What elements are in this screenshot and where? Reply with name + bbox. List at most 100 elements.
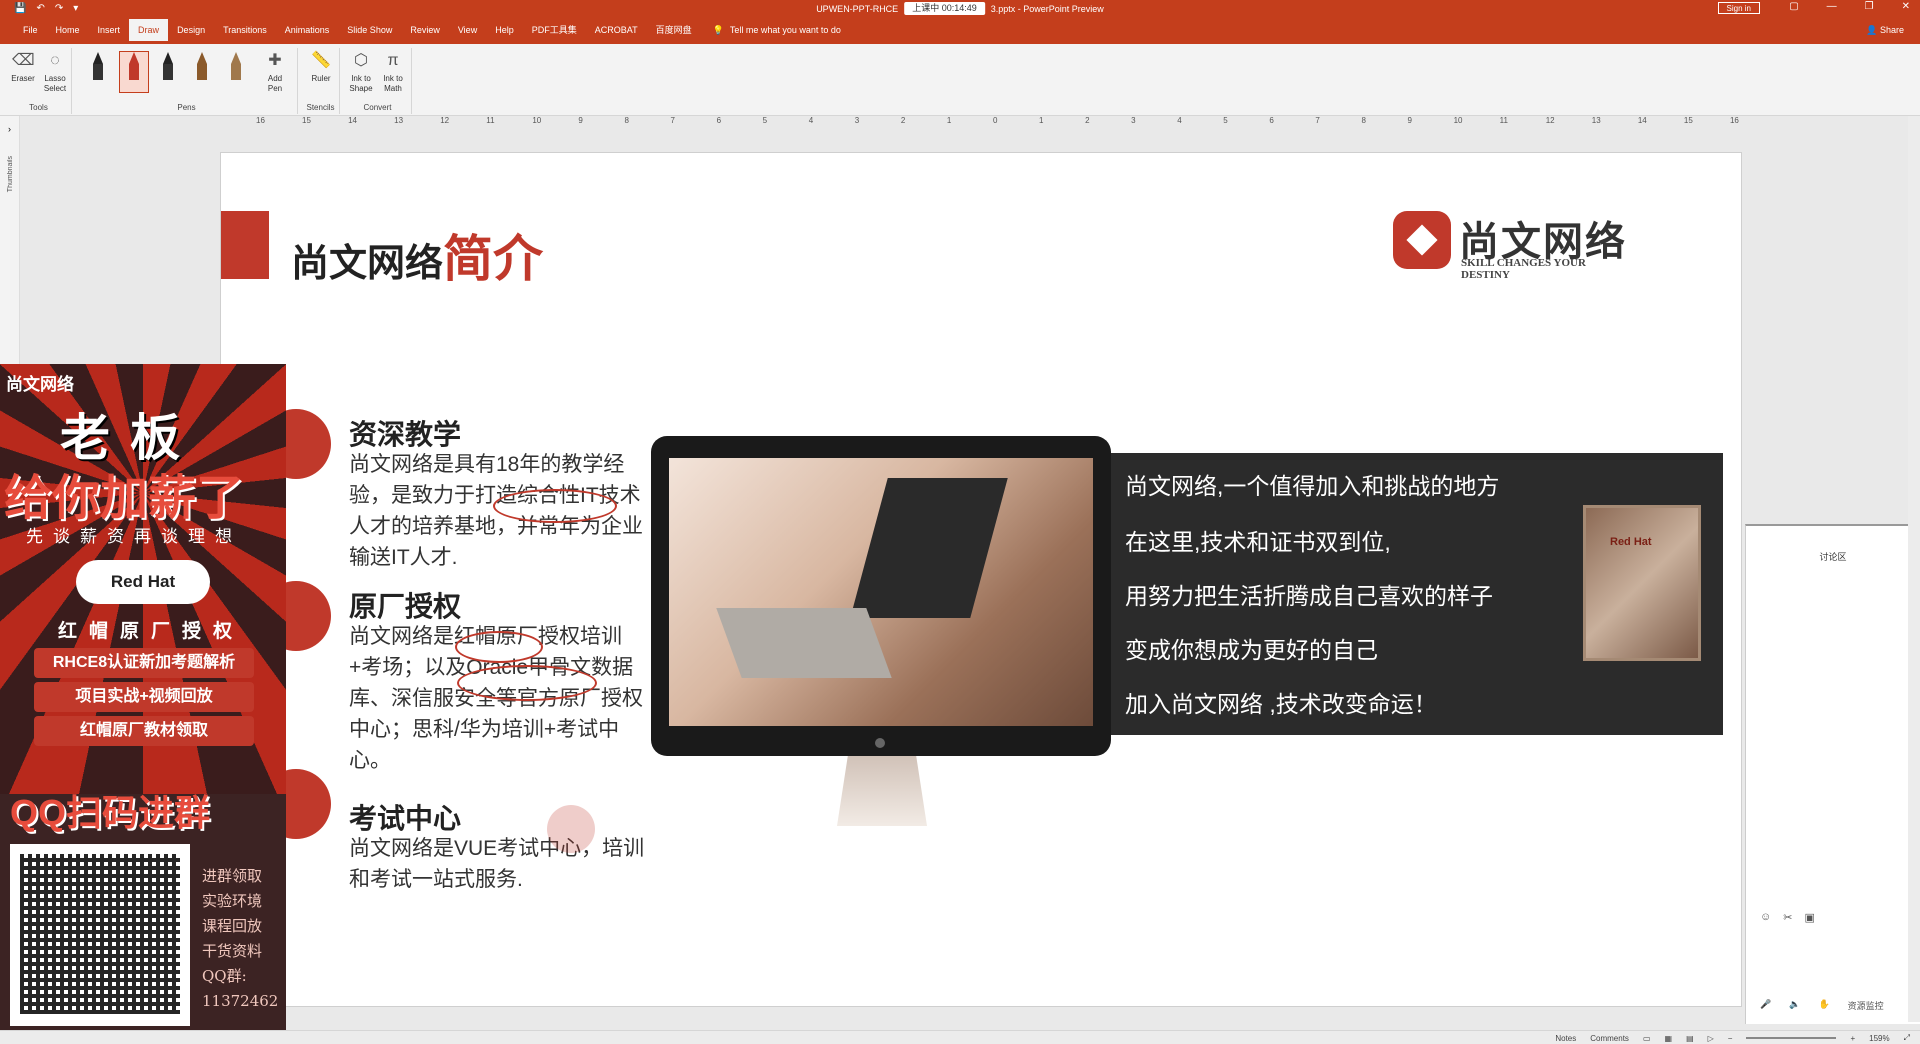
ink-circle-3 xyxy=(457,665,597,701)
ruler-tick: 15 xyxy=(302,116,311,125)
pen-black[interactable] xyxy=(90,52,106,82)
promo-bullets: RHCE8认证新加考题解析 项目实战+视频回放 红帽原厂教材领取 xyxy=(34,648,254,750)
expand-chevron-icon[interactable]: › xyxy=(8,124,11,134)
ruler-tick: 9 xyxy=(1407,116,1412,125)
zoom-out-icon[interactable]: − xyxy=(1728,1034,1733,1043)
tab-review[interactable]: Review xyxy=(401,19,449,41)
sign-in-button[interactable]: Sign in xyxy=(1717,2,1760,14)
undo-icon[interactable]: ↶ xyxy=(36,3,44,14)
tab-baidu-netdisk[interactable]: 百度网盘 xyxy=(647,19,701,41)
ruler-tick: 10 xyxy=(532,116,542,125)
scissors-icon[interactable]: ✂ xyxy=(1783,911,1792,924)
image-icon[interactable]: ▣ xyxy=(1804,911,1814,924)
minimize-icon[interactable]: — xyxy=(1827,1,1837,12)
document-title: UPWEN-PPT-RHCE 上课中 00:14:49 3.pptx - Pow… xyxy=(816,2,1104,15)
tab-draw[interactable]: Draw xyxy=(129,19,169,41)
qq-banner: QQ扫码进群 xyxy=(10,792,211,833)
fit-slide-icon[interactable]: ⤢ xyxy=(1904,1033,1910,1043)
zoom-in-icon[interactable]: + xyxy=(1850,1034,1855,1043)
lasso-select-button[interactable]: ◌ Lasso Select xyxy=(40,50,70,94)
tab-pdf-tools[interactable]: PDF工具集 xyxy=(523,19,586,41)
zoom-level[interactable]: 159% xyxy=(1869,1034,1889,1043)
discussion-pane[interactable]: 讨论区 ☺ ✂ ▣ 🎤 🔈 ✋ 资源监控 xyxy=(1745,524,1920,1024)
tab-home[interactable]: Home xyxy=(47,19,89,41)
ribbon-display-icon[interactable]: ▢ xyxy=(1789,1,1798,12)
promo-overlay[interactable]: 尚文网络 老板 给你加薪了 先谈薪资再谈理想 Red Hat 红帽原厂授权 RH… xyxy=(0,364,286,1044)
ruler-tick: 7 xyxy=(1315,116,1320,125)
section-body-exam: 尚文网络是VUE考试中心，培训和考试一站式服务. xyxy=(349,837,645,891)
side-note: 11372462 xyxy=(202,992,279,1010)
ink-to-shape-label: Ink to Shape xyxy=(349,74,373,93)
normal-view-icon[interactable]: ▭ xyxy=(1643,1034,1651,1043)
promo-auth: 红帽原厂授权 xyxy=(58,621,245,642)
tab-insert[interactable]: Insert xyxy=(89,19,130,41)
zoom-slider[interactable] xyxy=(1746,1037,1837,1039)
tools-group: ⌫ Eraser ◌ Lasso Select Tools xyxy=(6,48,72,114)
convert-group: ⬡ Ink to Shape π Ink to Math Convert xyxy=(344,48,412,114)
notes-button[interactable]: Notes xyxy=(1555,1034,1576,1043)
title-bar: 💾 ↶ ↷ ▾ UPWEN-PPT-RHCE 上课中 00:14:49 3.pp… xyxy=(0,0,1920,16)
tab-view[interactable]: View xyxy=(449,19,486,41)
tab-acrobat[interactable]: ACROBAT xyxy=(586,19,647,41)
promo-side-notes: 进群领取 实验环境 课程回放 干货资料 QQ群: 11372462 xyxy=(202,864,282,1014)
comments-button[interactable]: Comments xyxy=(1590,1034,1629,1043)
monitor-image xyxy=(651,436,1111,756)
ruler-tick: 3 xyxy=(854,116,860,125)
mic-icon[interactable]: 🎤 xyxy=(1760,999,1771,1012)
slide-sorter-icon[interactable]: ▦ xyxy=(1665,1034,1673,1043)
ink-to-math-button[interactable]: π Ink to Math xyxy=(378,50,408,94)
slideshow-icon[interactable]: ▷ xyxy=(1708,1034,1714,1043)
ruler-tick: 4 xyxy=(808,116,814,125)
side-note: QQ群: xyxy=(202,967,247,985)
hand-icon[interactable]: ✋ xyxy=(1818,999,1829,1012)
slogan-line-5: 加入尚文网络 ,技术改变命运！ xyxy=(1125,691,1437,717)
ruler-tick: 6 xyxy=(716,116,722,125)
title-highlight: 简介 xyxy=(443,231,544,287)
tab-transitions[interactable]: Transitions xyxy=(214,19,276,41)
thumbnails-pane-collapsed[interactable]: › Thumbnails xyxy=(0,116,20,366)
tab-help[interactable]: Help xyxy=(486,19,523,41)
redo-icon[interactable]: ↷ xyxy=(55,3,63,14)
speaker-icon[interactable]: 🔈 xyxy=(1789,999,1800,1012)
resource-monitor-link[interactable]: 资源监控 xyxy=(1848,999,1884,1012)
vertical-scrollbar[interactable] xyxy=(1908,116,1920,1022)
ruler-button[interactable]: 📏 Ruler xyxy=(306,50,336,84)
save-icon[interactable]: 💾 xyxy=(14,3,26,14)
highlighter-tan[interactable] xyxy=(228,52,244,82)
eraser-button[interactable]: ⌫ Eraser xyxy=(8,50,38,84)
close-icon[interactable]: ✕ xyxy=(1902,1,1910,12)
horizontal-ruler: 16 15 14 13 12 11 10 9 8 7 6 5 4 3 2 1 0 1 2 3 4 5 6 7 8 9 10 11 12 1… xyxy=(220,116,1740,130)
restore-icon[interactable]: ❐ xyxy=(1865,1,1874,12)
tools-group-label: Tools xyxy=(29,103,48,112)
tab-design[interactable]: Design xyxy=(168,19,214,41)
title-left: UPWEN-PPT-RHCE xyxy=(816,3,899,14)
ruler-tick: 8 xyxy=(1361,116,1366,125)
tab-slide-show[interactable]: Slide Show xyxy=(338,19,401,41)
tab-animations[interactable]: Animations xyxy=(276,19,339,41)
section-title-exam: 考试中心 xyxy=(349,803,462,834)
company-logo: 尚文网络 SKILL CHANGES YOUR DESTINY xyxy=(1393,207,1633,281)
ruler-tick: 3 xyxy=(1131,116,1136,125)
lasso-label: Lasso Select xyxy=(43,74,67,93)
promo-bullet: 红帽原厂教材领取 xyxy=(34,716,254,746)
tab-file[interactable]: File xyxy=(14,19,47,41)
share-button[interactable]: 👤 Share xyxy=(1866,25,1904,36)
ruler-tick: 13 xyxy=(394,116,404,125)
reading-view-icon[interactable]: ▤ xyxy=(1686,1034,1694,1043)
emoji-icon[interactable]: ☺ xyxy=(1760,911,1771,924)
ink-to-shape-button[interactable]: ⬡ Ink to Shape xyxy=(346,50,376,94)
pen-red-selected[interactable] xyxy=(119,51,149,93)
customize-icon[interactable]: ▾ xyxy=(73,3,78,14)
class-timer[interactable]: 上课中 00:14:49 xyxy=(904,2,985,15)
tell-me-box[interactable]: 💡 Tell me what you want to do xyxy=(713,25,841,36)
qr-code[interactable] xyxy=(10,844,190,1026)
ink-to-math-label: Ink to Math xyxy=(383,74,403,93)
slide-canvas[interactable]: 尚文网络简介 尚文网络 SKILL CHANGES YOUR DESTINY 资… xyxy=(220,152,1742,1007)
slogan-line-3: 用努力把生活折腾成自己喜欢的样子 xyxy=(1125,583,1493,609)
add-pen-button[interactable]: ✚ Add Pen xyxy=(260,50,290,94)
ruler-tick: 10 xyxy=(1453,116,1463,125)
side-note: 进群领取 xyxy=(202,867,263,885)
pen-dark[interactable] xyxy=(160,52,176,82)
highlighter-brown[interactable] xyxy=(194,52,210,82)
title-main: 尚文网络 xyxy=(291,243,444,285)
